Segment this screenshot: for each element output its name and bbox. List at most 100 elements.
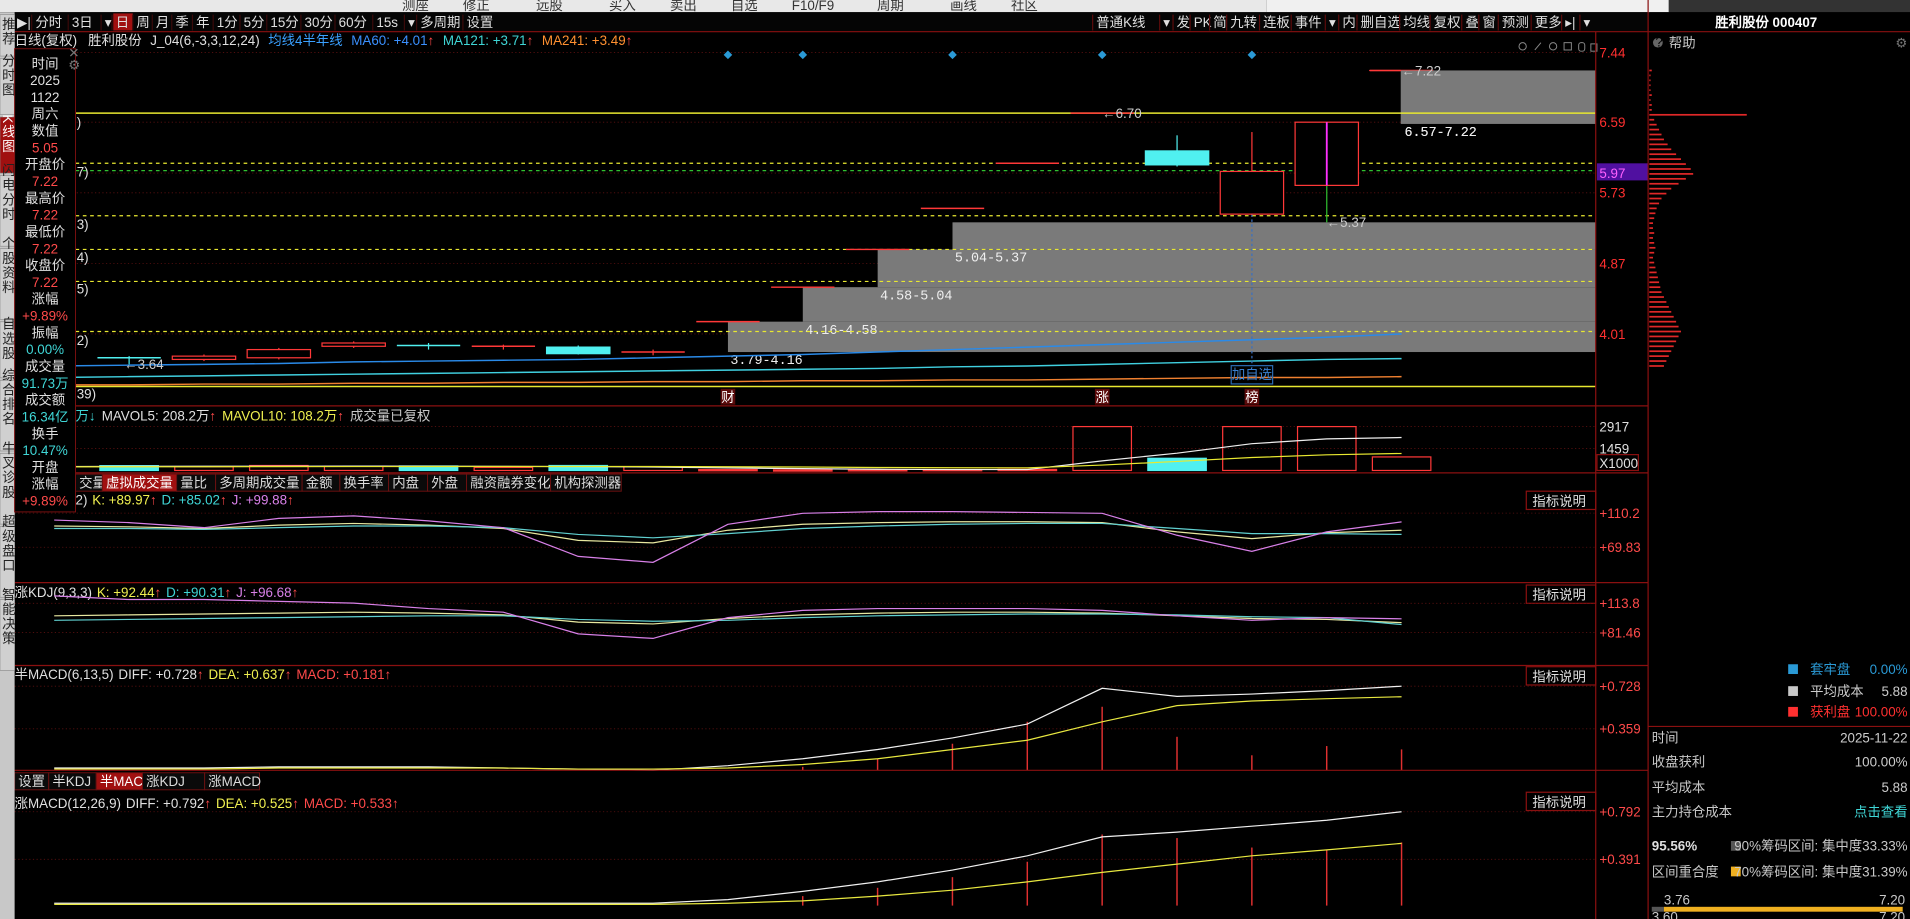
info-label: 周六: [32, 107, 59, 122]
period-tab[interactable]: 1分: [217, 15, 238, 30]
os-toolbar-button[interactable]: 社区: [1011, 0, 1038, 13]
period-tab[interactable]: 周: [136, 15, 149, 30]
period-tab[interactable]: 设置: [467, 15, 494, 30]
period-tab[interactable]: 月: [156, 15, 169, 30]
chart-toolbar-button[interactable]: 九转: [1230, 15, 1257, 30]
period-tab[interactable]: 日: [116, 15, 129, 30]
chip-bar: [1649, 163, 1686, 165]
os-toolbar-button[interactable]: F10/F9: [792, 0, 834, 13]
os-toolbar-button[interactable]: 画线: [950, 0, 977, 13]
chart-toolbar-button[interactable]: 复权: [1434, 14, 1461, 30]
ma-group-label[interactable]: 均线4半年线: [268, 33, 342, 48]
chip-bar: [1649, 104, 1652, 106]
chip-bar: [1649, 113, 1747, 116]
period-tab[interactable]: 年: [196, 15, 209, 30]
left-tab[interactable]: 超级盘口: [0, 514, 16, 598]
indicator-axis-label: +113.8: [1599, 596, 1639, 611]
chip-bar: [1649, 173, 1694, 175]
dropdown-icon[interactable]: ▾: [408, 15, 415, 30]
chart-toolbar-button[interactable]: 删自选: [1361, 15, 1401, 30]
chip-bar: [1649, 330, 1681, 333]
chart-toolbar-button[interactable]: 事件: [1295, 15, 1322, 30]
info-value: +9.89%: [22, 494, 68, 509]
data-info-panel: ✕ ⚙ 时间20251122周六数值5.05开盘价7.22最高价7.22最低价7…: [14, 45, 80, 513]
event-marker[interactable]: 榜: [1245, 389, 1258, 405]
period-tab[interactable]: 多周期: [420, 14, 460, 30]
os-toolbar-button[interactable]: 修正: [463, 0, 490, 13]
dropdown-icon[interactable]: ▾: [1329, 15, 1336, 30]
info-label: 开盘价: [25, 156, 65, 172]
period-tab[interactable]: 30分: [305, 15, 333, 30]
chart-toolbar-button[interactable]: 内: [1342, 15, 1355, 30]
period-tab[interactable]: 季: [175, 15, 188, 30]
dropdown-icon[interactable]: ▾: [1163, 15, 1170, 30]
chart-toolbar-button[interactable]: 发: [1177, 15, 1190, 30]
left-tab[interactable]: 个股资料: [0, 236, 16, 320]
chip-bar: [1649, 158, 1681, 160]
period-tab[interactable]: 15分: [270, 15, 298, 30]
range-top-high: 7.20: [1879, 892, 1905, 907]
price-axis-label: 6.59: [1599, 115, 1625, 130]
chart-toolbar-button[interactable]: 简: [1213, 14, 1226, 30]
os-toolbar-button[interactable]: 周期: [877, 0, 904, 13]
chip-bar: [1649, 153, 1677, 156]
dropdown-icon[interactable]: ▾: [1584, 15, 1591, 30]
chart-toolbar-button[interactable]: 普通K线: [1096, 15, 1145, 30]
info-label: 收盘价: [25, 257, 65, 273]
chip-bar: [1649, 315, 1674, 318]
dropdown-icon[interactable]: ▾: [105, 15, 112, 30]
chart-toolbar-button[interactable]: 更多: [1535, 14, 1562, 30]
event-marker[interactable]: 涨: [1096, 390, 1109, 405]
left-tab[interactable]: 综合排名: [0, 368, 16, 452]
legend-swatch: [1788, 706, 1798, 717]
stat-label: 主力持仓成本: [1652, 805, 1732, 820]
candle: [246, 348, 312, 359]
volume-arrow: ↑: [337, 408, 344, 423]
help-link[interactable]: 帮助: [1669, 36, 1696, 51]
chart-toolbar-button[interactable]: 连板: [1263, 15, 1290, 30]
left-tab[interactable]: 推荐: [0, 14, 16, 57]
chip-bar: [1649, 291, 1662, 293]
info-label: 时间: [32, 56, 59, 71]
price-axis-label: 5.73: [1599, 186, 1625, 201]
os-toolbar-button[interactable]: 测座: [402, 0, 429, 13]
chip-bar: [1649, 168, 1691, 170]
chart-toolbar-button[interactable]: 均线: [1403, 15, 1430, 30]
left-tab[interactable]: 牛叉诊股: [0, 441, 16, 525]
event-marker[interactable]: 财: [721, 390, 734, 405]
info-value: 16.34亿: [22, 409, 69, 424]
period-tab[interactable]: 5分: [244, 15, 265, 30]
chip-bar: [1649, 182, 1679, 185]
chart-toolbar-button[interactable]: 叠: [1465, 15, 1478, 30]
left-tab[interactable]: 分时图: [0, 53, 16, 115]
legend-label: 套牢盘: [1810, 661, 1850, 677]
os-toolbar-button[interactable]: 买入: [609, 0, 636, 13]
gear-icon[interactable]: ⚙: [68, 57, 80, 72]
left-tab[interactable]: 智能决策: [0, 587, 16, 671]
chart-toolbar-button[interactable]: 窗: [1482, 14, 1495, 30]
period-tab[interactable]: 15s: [376, 15, 398, 30]
truncated-label: 4): [77, 250, 89, 265]
chip-bar: [1649, 84, 1651, 87]
os-toolbar-button[interactable]: 自选: [731, 0, 758, 13]
info-label: 成交额: [25, 392, 66, 408]
legend-label: 平均成本: [1810, 684, 1864, 699]
period-tab[interactable]: 3日: [72, 15, 93, 30]
os-toolbar-button[interactable]: 远股: [536, 0, 563, 13]
period-tab[interactable]: 分时: [35, 15, 62, 30]
collapse-panel-icon[interactable]: ▶|: [17, 15, 31, 30]
chart-toolbar-button[interactable]: 预测: [1502, 15, 1529, 30]
indicator-axis-label: +69.83: [1599, 540, 1640, 555]
period-tab[interactable]: 60分: [339, 15, 367, 30]
os-toolbar-button[interactable]: 卖出: [670, 0, 697, 13]
info-label: 数值: [32, 124, 59, 139]
left-tab[interactable]: 闪电分时: [0, 163, 16, 247]
view-main-cost-link[interactable]: 点击查看: [1854, 805, 1908, 820]
svg-text:推荐: 推荐: [0, 17, 16, 46]
tab-label: 金额: [306, 476, 333, 491]
info-label: 涨幅: [32, 477, 59, 492]
gap-zone-label: 6.57-7.22: [1404, 126, 1476, 141]
chart-toolbar-button[interactable]: ▸|: [1565, 15, 1575, 30]
svg-text:自选股: 自选股: [0, 317, 16, 361]
gear-icon[interactable]: ⚙: [1895, 36, 1907, 51]
